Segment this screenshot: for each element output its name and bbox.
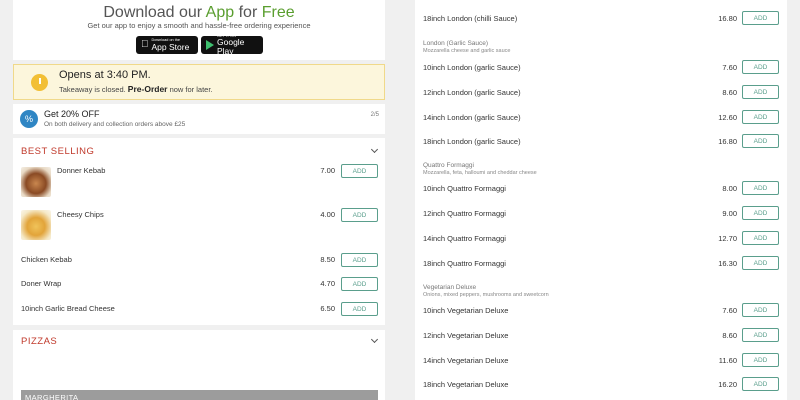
menu-item: 14inch Vegetarian Deluxe 11.60 ADD (415, 352, 787, 372)
add-button[interactable]: ADD (341, 164, 378, 178)
list-item: Chicken Kebab 8.50 ADD (13, 253, 385, 271)
add-button[interactable]: ADD (742, 134, 779, 148)
add-button[interactable]: ADD (341, 253, 378, 267)
margherita-banner: MARGHERITA (21, 390, 378, 400)
offer-counter: 2/5 (370, 112, 379, 118)
google-play-button[interactable]: GET IT ON Google Play (201, 34, 263, 55)
apple-icon:  (141, 40, 149, 50)
menu-item: 12inch London (garlic Sauce) 8.60 ADD (415, 84, 787, 104)
preorder-text: Takeaway is closed. Pre-Order now for la… (59, 84, 213, 94)
category-header: Vegetarian Deluxe Onions, mixed peppers,… (423, 284, 549, 298)
category-header: London (Garlic Sauce) Mozzarella cheese … (423, 40, 511, 54)
add-button[interactable]: ADD (742, 181, 779, 195)
offer-title: Get 20% OFF (44, 109, 100, 119)
pizzas-section: PIZZAS MARGHERITA (13, 330, 385, 400)
chevron-down-icon[interactable] (370, 335, 379, 344)
add-button[interactable]: ADD (742, 328, 779, 342)
menu-item: 12inch Vegetarian Deluxe 8.60 ADD (415, 327, 787, 347)
menu-list: 18inch London (chilli Sauce) 16.80 ADD L… (415, 0, 787, 400)
menu-item: 18inch Vegetarian Deluxe 16.20 ADD (415, 376, 787, 396)
list-item: Doner Wrap 4.70 ADD (13, 277, 385, 295)
menu-item: 12inch Quattro Formaggi 9.00 ADD (415, 205, 787, 225)
discount-icon: % (20, 110, 38, 128)
add-button[interactable]: ADD (742, 110, 779, 124)
add-button[interactable]: ADD (742, 11, 779, 25)
add-button[interactable]: ADD (742, 256, 779, 270)
add-button[interactable]: ADD (341, 302, 378, 316)
add-button[interactable]: ADD (742, 353, 779, 367)
best-selling-title: BEST SELLING (21, 146, 95, 157)
add-button[interactable]: ADD (742, 60, 779, 74)
opening-status-banner: Opens at 3:40 PM. Takeaway is closed. Pr… (13, 64, 385, 100)
menu-item: 10inch Quattro Formaggi 8.00 ADD (415, 180, 787, 200)
add-button[interactable]: ADD (742, 377, 779, 391)
list-item: Cheesy Chips 4.00 ADD (13, 208, 385, 226)
chevron-down-icon[interactable] (370, 145, 379, 154)
download-app-card: Download our App for Free Get our app to… (13, 0, 385, 60)
google-play-icon (206, 40, 214, 50)
add-button[interactable]: ADD (742, 206, 779, 220)
add-button[interactable]: ADD (341, 208, 378, 222)
pizzas-title: PIZZAS (21, 336, 58, 347)
opens-at-text: Opens at 3:40 PM. (59, 69, 151, 81)
app-store-button[interactable]:  Download on the App Store (136, 36, 198, 54)
category-header: Quattro Formaggi Mozzarella, feta, hallo… (423, 162, 537, 176)
menu-item: 14inch London (garlic Sauce) 12.60 ADD (415, 109, 787, 129)
menu-item: 14inch Quattro Formaggi 12.70 ADD (415, 230, 787, 250)
clock-icon (31, 74, 48, 91)
list-item: 10inch Garlic Bread Cheese 6.50 ADD (13, 302, 385, 320)
download-title: Download our App for Free (103, 4, 295, 21)
menu-item: 18inch London (chilli Sauce) 16.80 ADD (415, 10, 787, 30)
download-subtitle: Get our app to enjoy a smooth and hassle… (87, 21, 311, 30)
offer-subtitle: On both delivery and collection orders a… (44, 121, 186, 128)
menu-item: 10inch Vegetarian Deluxe 7.60 ADD (415, 302, 787, 322)
add-button[interactable]: ADD (742, 303, 779, 317)
list-item: Donner Kebab 7.00 ADD (13, 164, 385, 182)
add-button[interactable]: ADD (742, 231, 779, 245)
add-button[interactable]: ADD (341, 277, 378, 291)
best-selling-section: BEST SELLING Donner Kebab 7.00 ADD Chees… (13, 138, 385, 325)
menu-item: 18inch London (garlic Sauce) 16.80 ADD (415, 133, 787, 153)
menu-item: 10inch London (garlic Sauce) 7.60 ADD (415, 59, 787, 79)
left-column: Download our App for Free Get our app to… (13, 0, 385, 400)
add-button[interactable]: ADD (742, 85, 779, 99)
offer-carousel[interactable]: % Get 20% OFF On both delivery and colle… (13, 104, 385, 134)
menu-item: 18inch Quattro Formaggi 16.30 ADD (415, 255, 787, 275)
